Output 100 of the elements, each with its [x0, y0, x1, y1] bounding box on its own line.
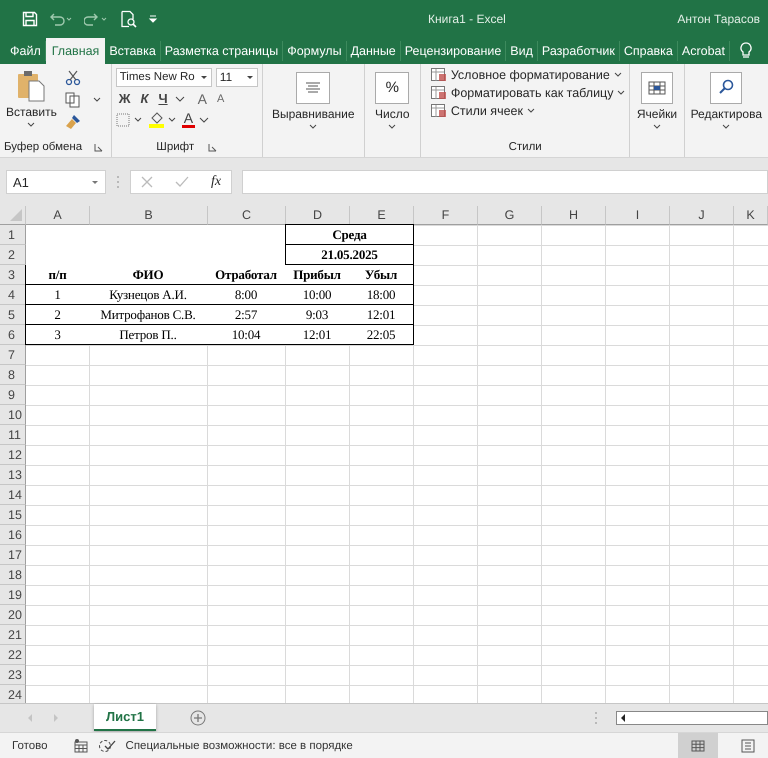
cells-button[interactable]: Ячейки — [634, 70, 680, 131]
row-header[interactable]: 13 — [0, 465, 26, 486]
copy-icon[interactable] — [64, 92, 103, 108]
caret-icon[interactable] — [174, 96, 185, 102]
ribbon-tab[interactable]: Вид — [506, 40, 538, 61]
fill-color-icon[interactable] — [148, 110, 178, 129]
alignment-button[interactable]: Выравнивание — [270, 70, 357, 131]
name-box[interactable]: A1 — [6, 170, 106, 194]
caret-icon — [27, 122, 36, 127]
page-icon — [741, 738, 755, 752]
styles-menu-button[interactable]: Стили ячеек — [430, 104, 626, 118]
lightbulb-icon[interactable] — [740, 42, 752, 60]
caret-icon — [526, 108, 535, 114]
horizontal-scrollbar[interactable] — [616, 711, 768, 726]
scissors-icon[interactable] — [64, 70, 81, 86]
column-header[interactable]: J — [670, 206, 734, 226]
row-header[interactable]: 3 — [0, 265, 26, 286]
ribbon-tab[interactable]: Формулы — [283, 40, 347, 61]
row-header[interactable]: 5 — [0, 305, 26, 326]
caret-icon — [388, 124, 396, 129]
dialog-launcher-icon[interactable] — [94, 142, 104, 152]
ribbon-tab[interactable]: Главная — [46, 38, 106, 64]
row-header[interactable]: 19 — [0, 585, 26, 606]
dropdown-caret-icon[interactable] — [246, 74, 254, 80]
paintbrush-icon[interactable] — [64, 114, 81, 130]
table-cell: 2 — [25, 305, 90, 326]
save-icon[interactable] — [22, 10, 38, 27]
table-cell: 2:57 — [207, 305, 286, 326]
macro-record-icon[interactable] — [74, 738, 88, 752]
row-header[interactable]: 15 — [0, 505, 26, 526]
row-header[interactable]: 2 — [0, 245, 26, 266]
row-header[interactable]: 16 — [0, 525, 26, 546]
dropdown-caret-icon[interactable] — [200, 74, 208, 80]
column-header[interactable]: D — [286, 206, 350, 226]
dialog-launcher-icon[interactable] — [208, 142, 218, 152]
sheet-tab[interactable]: Лист1 — [94, 704, 156, 732]
row-header[interactable]: 6 — [0, 325, 26, 346]
row-header[interactable]: 20 — [0, 605, 26, 626]
paste-button[interactable]: Вставить — [4, 68, 59, 140]
row-header[interactable]: 8 — [0, 365, 26, 386]
insert-function-button[interactable]: fx — [211, 174, 222, 190]
row-header[interactable]: 23 — [0, 665, 26, 686]
editing-button[interactable]: Редактирова — [688, 70, 764, 131]
font-size-field[interactable]: 11 — [216, 68, 258, 87]
dropdown-caret-icon[interactable] — [91, 180, 99, 185]
add-sheet-icon[interactable] — [190, 710, 206, 726]
ribbon-tab[interactable]: Данные — [346, 40, 401, 61]
column-header[interactable]: H — [542, 206, 606, 226]
accessibility-check-icon[interactable] — [98, 738, 116, 754]
column-heading: Прибыл — [285, 265, 350, 286]
decrease-font-button[interactable]: A — [214, 92, 228, 105]
column-header[interactable]: G — [478, 206, 542, 226]
font-color-button[interactable]: A — [182, 111, 196, 128]
ribbon-tab[interactable]: Справка — [620, 40, 678, 61]
column-header[interactable]: F — [414, 206, 478, 226]
user-name[interactable]: Антон Тарасов — [677, 12, 760, 26]
ribbon-tab[interactable]: Разметка страницы — [160, 40, 284, 61]
row-header[interactable]: 21 — [0, 625, 26, 646]
borders-icon[interactable] — [116, 112, 144, 128]
ribbon-tab[interactable]: Вставка — [105, 40, 161, 61]
table-cell: 22:05 — [349, 325, 414, 346]
bold-button[interactable]: Ж — [116, 91, 134, 106]
row-header[interactable]: 9 — [0, 385, 26, 406]
ribbon-tab[interactable]: Рецензирование — [400, 40, 506, 61]
caret-icon[interactable] — [199, 116, 210, 123]
search-icon — [710, 72, 742, 104]
customize-caret-icon[interactable] — [148, 14, 158, 24]
number-button[interactable]: % Число — [373, 70, 412, 131]
underline-button[interactable]: Ч — [155, 91, 171, 106]
row-header[interactable]: 1 — [0, 225, 26, 246]
row-header[interactable]: 4 — [0, 285, 26, 306]
normal-view-button[interactable] — [678, 733, 718, 758]
increase-font-button[interactable]: A — [194, 90, 210, 107]
column-header[interactable]: A — [26, 206, 90, 226]
ribbon-tab[interactable]: Разработчик — [538, 40, 620, 61]
accessibility-status[interactable]: Специальные возможности: все в порядке — [126, 740, 353, 752]
column-header[interactable]: E — [350, 206, 414, 226]
row-header[interactable]: 12 — [0, 445, 26, 466]
row-header[interactable]: 18 — [0, 565, 26, 586]
row-header[interactable]: 14 — [0, 485, 26, 506]
row-header[interactable]: 11 — [0, 425, 26, 446]
ribbon-tab[interactable]: Acrobat — [678, 40, 730, 61]
row-header[interactable]: 22 — [0, 645, 26, 666]
row-header[interactable]: 10 — [0, 405, 26, 426]
undo-icon[interactable] — [48, 10, 74, 27]
column-header[interactable]: B — [90, 206, 208, 226]
font-name-field[interactable]: Times New Ro — [116, 68, 212, 87]
column-header[interactable]: I — [606, 206, 670, 226]
styles-menu-button[interactable]: Форматировать как таблицу — [430, 86, 626, 100]
row-header[interactable]: 24 — [0, 685, 26, 704]
styles-menu-button[interactable]: Условное форматирование — [430, 68, 626, 82]
print-preview-icon[interactable] — [120, 10, 138, 28]
checkmark-icon[interactable] — [175, 176, 189, 188]
formula-input[interactable] — [242, 170, 768, 194]
column-header[interactable]: K — [734, 206, 768, 226]
table-icon — [641, 72, 674, 104]
row-header[interactable]: 17 — [0, 545, 26, 566]
italic-button[interactable]: К — [137, 91, 152, 106]
row-header[interactable]: 7 — [0, 345, 26, 366]
column-header[interactable]: C — [208, 206, 286, 226]
